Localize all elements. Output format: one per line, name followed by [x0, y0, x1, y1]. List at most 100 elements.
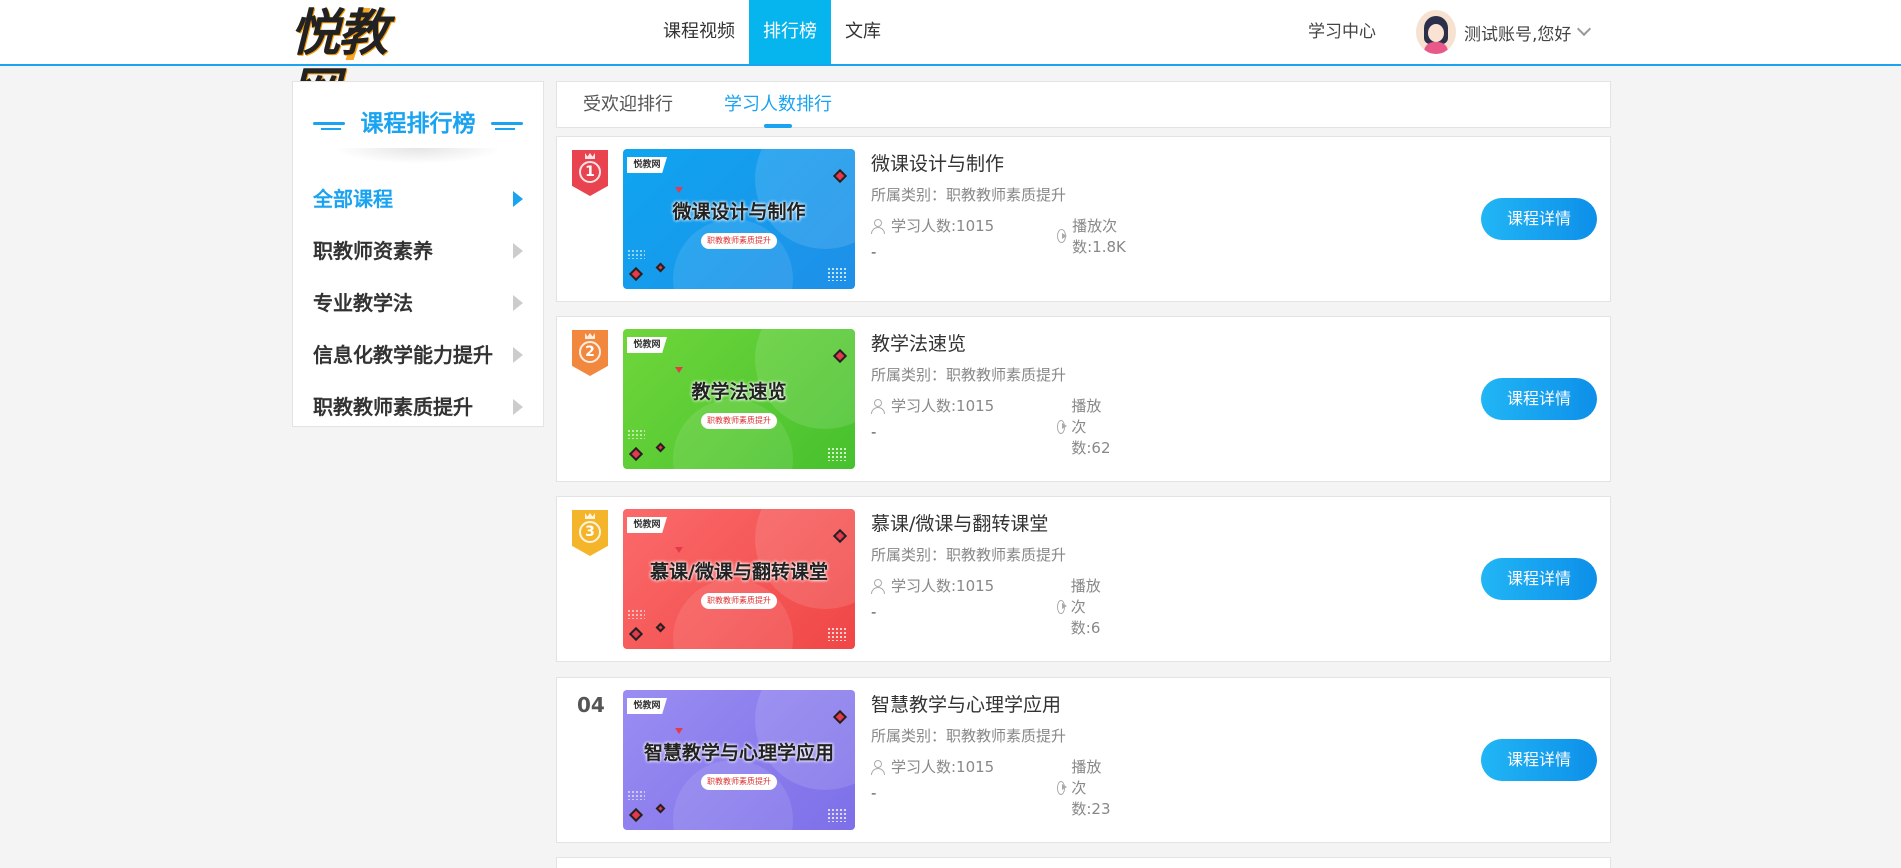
- tab-popular[interactable]: 受欢迎排行: [583, 82, 673, 127]
- title-shadow: [333, 148, 503, 164]
- triangle-right-icon: [513, 243, 523, 259]
- triangle-decoration-icon: [675, 367, 683, 373]
- diamond-decoration-icon: [628, 446, 644, 462]
- course-category: 所属类别：职教教师素质提升: [871, 184, 1066, 205]
- user-greeting: 测试账号,您好: [1464, 24, 1572, 45]
- sidebar-item-it-teaching[interactable]: 信息化教学能力提升: [313, 335, 533, 375]
- learner-count-text: 学习人数:1015: [891, 758, 995, 776]
- sidebar-title: 课程排行榜: [360, 111, 476, 137]
- sidebar-title-block: 课程排行榜: [293, 96, 543, 156]
- thumb-category-pill: 职教教师素质提升: [701, 413, 777, 429]
- title-deco-right-icon: [491, 122, 523, 130]
- course-thumbnail[interactable]: 悦教网 慕课/微课与翻转课堂 职教教师素质提升: [623, 509, 855, 649]
- dots-decoration-icon: [827, 627, 847, 641]
- user-icon: [871, 398, 885, 414]
- learner-count-text: 学习人数:1015: [891, 577, 995, 595]
- ranking-tabs: 受欢迎排行 学习人数排行: [556, 81, 1611, 128]
- course-description: -: [871, 423, 877, 441]
- category-value: 职教教师素质提升: [946, 546, 1067, 564]
- sidebar-item-label: 职教教师素质提升: [313, 395, 473, 419]
- diamond-decoration-icon: [628, 807, 644, 823]
- rank-number: 2: [585, 344, 595, 360]
- category-label: 所属类别：: [871, 366, 947, 384]
- thumb-title: 教学法速览: [691, 381, 787, 403]
- triangle-decoration-icon: [675, 728, 683, 734]
- course-detail-button[interactable]: 课程详情: [1481, 558, 1597, 600]
- course-detail-button[interactable]: 课程详情: [1481, 378, 1597, 420]
- diamond-decoration-icon: [655, 262, 666, 273]
- nav-course-video[interactable]: 课程视频: [649, 0, 749, 64]
- course-title[interactable]: 微课设计与制作: [871, 149, 1004, 176]
- sidebar-item-pedagogy[interactable]: 专业教学法: [313, 283, 533, 323]
- sidebar-item-teacher-quality[interactable]: 职教教师素质提升: [313, 387, 533, 427]
- play-icon: [1057, 780, 1068, 795]
- play-count: 播放次数:6: [1057, 575, 1107, 638]
- rank-number: 1: [585, 164, 595, 180]
- learner-count: 学习人数:1015: [871, 215, 994, 236]
- triangle-right-icon: [513, 347, 523, 363]
- ranking-sidebar: 课程排行榜 全部课程 职教师资素养 专业教学法 信息化教学能力提升 职教教师素质…: [292, 81, 544, 427]
- play-count: 播放次数:23: [1057, 756, 1116, 819]
- course-thumbnail[interactable]: 悦教网 微课设计与制作 职教教师素质提升: [623, 149, 855, 289]
- learner-count: 学习人数:1015: [871, 575, 994, 596]
- course-detail-button[interactable]: 课程详情: [1481, 198, 1597, 240]
- dots-decoration-icon: [827, 808, 847, 822]
- play-count-text: 播放次数:62: [1071, 397, 1111, 457]
- thumb-title: 慕课/微课与翻转课堂: [650, 561, 828, 583]
- thumb-category-pill: 职教教师素质提升: [701, 593, 777, 609]
- nav-ranking[interactable]: 排行榜: [749, 0, 831, 64]
- category-value: 职教教师素质提升: [946, 727, 1067, 745]
- diamond-decoration-icon: [628, 266, 644, 282]
- avatar: [1416, 10, 1456, 54]
- sidebar-item-label: 职教师资素养: [313, 239, 433, 263]
- course-thumbnail[interactable]: 悦教网 智慧教学与心理学应用 职教教师素质提升: [623, 690, 855, 830]
- triangle-right-icon: [513, 295, 523, 311]
- nav-library[interactable]: 文库: [831, 0, 895, 64]
- main-nav: 课程视频 排行榜 文库: [649, 0, 895, 64]
- category-value: 职教教师素质提升: [946, 186, 1067, 204]
- play-count-text: 播放次数:6: [1070, 577, 1101, 637]
- sidebar-item-all[interactable]: 全部课程: [313, 179, 533, 219]
- thumb-logo-tag: 悦教网: [627, 157, 667, 173]
- thumb-title: 微课设计与制作: [672, 201, 806, 223]
- user-menu[interactable]: 测试账号,您好: [1416, 10, 1592, 54]
- course-stats: 学习人数:1015 播放次数:1.8K: [871, 215, 1126, 256]
- rank-medal-icon: 1: [572, 150, 608, 196]
- course-title[interactable]: 教学法速览: [871, 329, 966, 356]
- category-value: 职教教师素质提升: [946, 366, 1067, 384]
- dots-decoration-icon: [627, 790, 645, 800]
- learner-count: 学习人数:1015: [871, 395, 994, 416]
- rank-number: 04: [577, 693, 605, 717]
- triangle-decoration-icon: [675, 547, 683, 553]
- site-logo[interactable]: 悦教网: [290, 4, 426, 120]
- thumb-logo-tag: 悦教网: [627, 698, 667, 714]
- diamond-decoration-icon: [628, 626, 644, 642]
- thumb-category-pill: 职教教师素质提升: [701, 233, 777, 249]
- sidebar-item-label: 专业教学法: [313, 291, 413, 315]
- course-card: 1 悦教网 微课设计与制作 职教教师素质提升 微课设计与制作 所属类别：职教教师…: [556, 136, 1611, 302]
- course-description: -: [871, 784, 877, 802]
- course-title[interactable]: 智慧教学与心理学应用: [871, 690, 1061, 717]
- rank-medal-icon: 2: [572, 330, 608, 376]
- user-icon: [871, 759, 885, 775]
- chevron-down-icon: [1577, 21, 1592, 37]
- dots-decoration-icon: [827, 267, 847, 281]
- play-count-text: 播放次数:1.8K: [1072, 217, 1126, 256]
- course-description: -: [871, 603, 877, 621]
- course-detail-button[interactable]: 课程详情: [1481, 739, 1597, 781]
- course-category: 所属类别：职教教师素质提升: [871, 364, 1066, 385]
- tab-learners[interactable]: 学习人数排行: [724, 82, 832, 128]
- diamond-decoration-icon: [655, 622, 666, 633]
- user-icon: [871, 578, 885, 594]
- course-title[interactable]: 慕课/微课与翻转课堂: [871, 509, 1048, 536]
- learner-count: 学习人数:1015: [871, 756, 994, 777]
- sidebar-item-label: 信息化教学能力提升: [313, 343, 493, 367]
- course-category: 所属类别：职教教师素质提升: [871, 544, 1066, 565]
- course-card: 04 悦教网 智慧教学与心理学应用 职教教师素质提升 智慧教学与心理学应用 所属…: [556, 677, 1611, 843]
- category-label: 所属类别：: [871, 727, 947, 745]
- learner-count-text: 学习人数:1015: [891, 217, 995, 235]
- course-thumbnail[interactable]: 悦教网 教学法速览 职教教师素质提升: [623, 329, 855, 469]
- study-center-link[interactable]: 学习中心: [1308, 0, 1376, 64]
- diamond-decoration-icon: [655, 803, 666, 814]
- sidebar-item-teacher-literacy[interactable]: 职教师资素养: [313, 231, 533, 271]
